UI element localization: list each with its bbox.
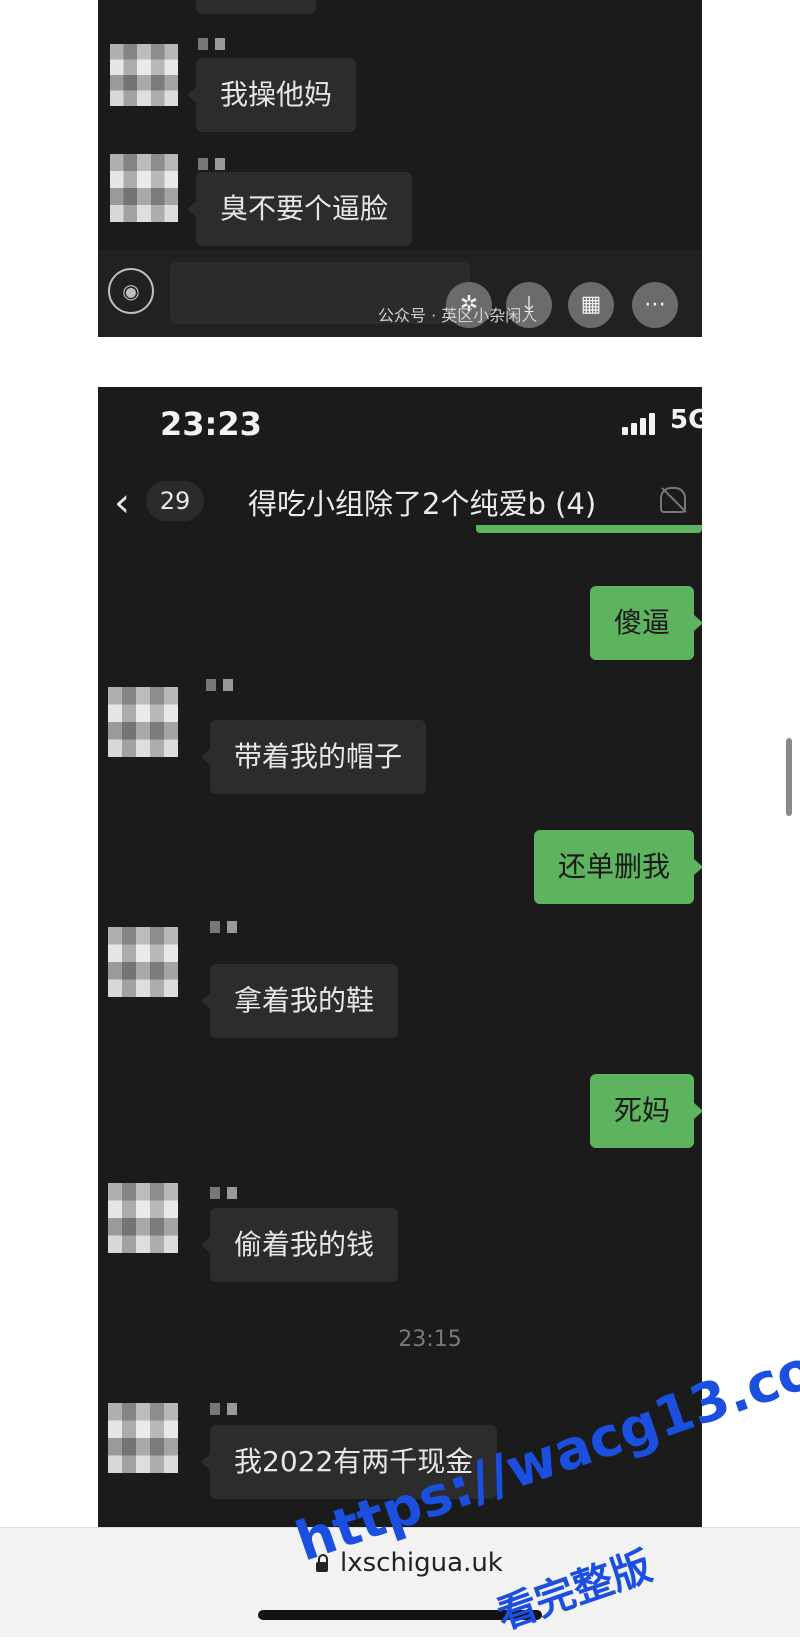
incoming-message: 带着我的帽子 [200,720,427,794]
more-icon[interactable]: ⋯ [632,282,678,328]
sender-nickname [206,679,240,691]
avatar [108,687,178,757]
outgoing-message: 还单删我 [533,830,702,904]
sender-nickname [210,1187,244,1199]
avatar [108,927,178,997]
back-icon[interactable]: ‹ [114,483,130,523]
avatar [108,1183,178,1253]
avatar [110,154,178,222]
signal-icon [622,413,662,435]
scrollbar[interactable] [786,738,792,816]
message-bubble: 臭不要个逼脸 [186,172,413,246]
partial-outgoing-bubble [476,525,702,533]
incoming-message: 拿着我的鞋 [200,964,399,1038]
unread-count-badge[interactable]: 29 [146,481,204,521]
sender-nickname [210,921,244,933]
message-timestamp: 23:15 [398,1327,462,1352]
outgoing-message: 死妈 [589,1074,702,1148]
sender-nickname [210,1403,244,1415]
outgoing-message: 傻逼 [589,586,702,660]
message-bubble: 我操他妈 [186,58,357,132]
grid-icon[interactable]: ▦ [568,282,614,328]
voice-icon[interactable]: ◉ [108,268,154,314]
avatar [108,1403,178,1473]
browser-address-bar: lxschigua.uk [0,1527,800,1637]
partial-bubble [196,0,316,14]
avatar [110,44,178,106]
incoming-message: 偷着我的钱 [200,1208,399,1282]
chat-title: 得吃小组除了2个纯爱b (4) [248,487,597,521]
chat-screenshot: 23:23 5G ‹ 29 得吃小组除了2个纯爱b (4) 傻逼 带着我的帽子 … [98,387,702,1527]
status-time: 23:23 [160,405,262,443]
network-type: 5G [670,405,702,435]
sender-nickname [198,158,232,170]
mute-icon [660,487,686,513]
account-watermark: 公众号 · 英区小杂闲人 [378,306,538,325]
top-chat-screenshot: 我操他妈 臭不要个逼脸 ◉ ✲ ⤓ ▦ ⋯ [98,0,702,337]
sender-nickname [198,38,232,50]
